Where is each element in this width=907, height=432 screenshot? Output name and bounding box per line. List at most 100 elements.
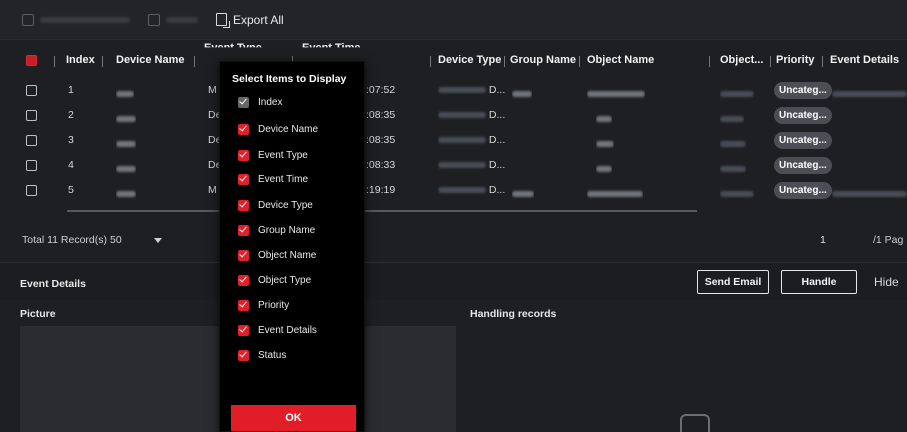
row-device-type: D... bbox=[438, 184, 505, 196]
table-row[interactable]: 5 M :19:19 D... Uncateg... bbox=[14, 178, 907, 203]
checkbox-icon[interactable] bbox=[238, 224, 249, 236]
storage-icon bbox=[680, 414, 710, 432]
acknowledge-label-blurred bbox=[40, 16, 130, 23]
row-device-name-blurred bbox=[116, 138, 136, 150]
toolbar: Export All bbox=[0, 0, 907, 40]
header-event-time[interactable]: Event Time bbox=[302, 42, 361, 47]
header-group-name[interactable]: Group Name bbox=[510, 54, 576, 66]
select-items-popup: Select Items to Display Index Device Nam… bbox=[219, 61, 365, 432]
chevron-down-icon[interactable] bbox=[154, 238, 162, 243]
row-event-details-blurred bbox=[832, 188, 907, 200]
pagination: Total 11 Record(s) 50 1 /1 Pag bbox=[0, 226, 907, 254]
checkbox-icon[interactable] bbox=[238, 199, 249, 211]
header-device-name[interactable]: Device Name bbox=[116, 54, 185, 66]
row-event-time: :07:52 bbox=[366, 84, 396, 96]
header-object-type[interactable]: Object... bbox=[720, 54, 763, 66]
row-object-type-blurred bbox=[720, 113, 744, 125]
row-checkbox[interactable] bbox=[26, 185, 37, 196]
popup-title: Select Items to Display bbox=[232, 73, 347, 85]
horizontal-scrollbar[interactable] bbox=[67, 210, 697, 212]
header-object-name[interactable]: Object Name bbox=[587, 54, 654, 66]
table-row[interactable]: 1 M :07:52 D... Uncateg... bbox=[14, 78, 907, 103]
header-index[interactable]: Index bbox=[66, 54, 95, 66]
checkbox-icon bbox=[238, 96, 249, 108]
header-priority[interactable]: Priority bbox=[776, 54, 815, 66]
row-group-name-blurred bbox=[512, 188, 534, 200]
priority-badge: Uncateg... bbox=[774, 157, 832, 174]
checkbox-icon[interactable] bbox=[238, 173, 249, 185]
header-event-details[interactable]: Event Details bbox=[830, 54, 899, 66]
export-icon bbox=[148, 13, 160, 26]
checkbox-icon[interactable] bbox=[238, 324, 249, 336]
picture-label: Picture bbox=[20, 308, 56, 320]
row-device-type: D... bbox=[438, 134, 505, 146]
export-label-blurred bbox=[166, 16, 198, 23]
table-row[interactable]: 3 De :08:35 D... Uncateg... bbox=[14, 128, 907, 153]
row-index: 2 bbox=[68, 109, 74, 121]
row-group-name-blurred bbox=[512, 88, 532, 100]
option-priority[interactable]: Priority bbox=[238, 298, 289, 312]
export-all-label: Export All bbox=[233, 12, 284, 27]
row-event-time: :08:35 bbox=[366, 134, 396, 146]
priority-badge: Uncateg... bbox=[774, 107, 832, 124]
handling-records-label: Handling records bbox=[470, 308, 557, 320]
row-object-type-blurred bbox=[720, 163, 746, 175]
table-header: Index Device Name Device Type Group Name… bbox=[14, 42, 907, 78]
row-object-type-blurred bbox=[720, 188, 754, 200]
priority-badge: Uncateg... bbox=[774, 132, 832, 149]
checkbox-icon[interactable] bbox=[238, 274, 249, 286]
row-checkbox[interactable] bbox=[26, 110, 37, 121]
handle-button[interactable]: Handle bbox=[781, 270, 857, 294]
checkbox-icon[interactable] bbox=[238, 249, 249, 261]
row-index: 5 bbox=[68, 184, 74, 196]
row-event-time: :08:33 bbox=[366, 159, 396, 171]
select-all-checkbox[interactable] bbox=[26, 55, 37, 66]
row-device-name-blurred bbox=[116, 188, 136, 200]
checkbox-icon[interactable] bbox=[238, 149, 249, 161]
per-page-select[interactable]: 50 bbox=[110, 234, 122, 246]
table-row[interactable]: 4 De :08:33 D... Uncateg... bbox=[14, 153, 907, 178]
option-device-type[interactable]: Device Type bbox=[238, 198, 313, 212]
header-device-type[interactable]: Device Type bbox=[438, 54, 501, 66]
option-object-type[interactable]: Object Type bbox=[238, 273, 311, 287]
checkbox-icon[interactable] bbox=[238, 299, 249, 311]
row-object-name-blurred bbox=[596, 138, 614, 150]
event-table: Index Device Name Device Type Group Name… bbox=[14, 42, 907, 203]
option-status[interactable]: Status bbox=[238, 348, 286, 362]
option-event-details[interactable]: Event Details bbox=[238, 323, 317, 337]
send-email-button[interactable]: Send Email bbox=[697, 270, 769, 294]
row-checkbox[interactable] bbox=[26, 160, 37, 171]
option-device-name[interactable]: Device Name bbox=[238, 122, 318, 136]
row-event-type: M bbox=[208, 84, 217, 96]
acknowledge-globally-button[interactable] bbox=[22, 13, 130, 26]
event-details-bar: Event Details Send Email Handle Hide bbox=[0, 262, 907, 300]
option-object-name[interactable]: Object Name bbox=[238, 248, 316, 262]
row-checkbox[interactable] bbox=[26, 135, 37, 146]
option-group-name[interactable]: Group Name bbox=[238, 223, 315, 237]
row-device-name-blurred bbox=[116, 113, 136, 125]
row-event-time: :08:35 bbox=[366, 109, 396, 121]
row-device-name-blurred bbox=[116, 163, 136, 175]
hide-link[interactable]: Hide bbox=[874, 275, 899, 289]
row-index: 3 bbox=[68, 134, 74, 146]
acknowledge-icon bbox=[22, 13, 34, 26]
option-event-time[interactable]: Event Time bbox=[238, 172, 308, 186]
ok-button[interactable]: OK bbox=[231, 405, 356, 431]
header-event-type[interactable]: Event Type bbox=[204, 42, 262, 47]
row-index: 1 bbox=[68, 84, 74, 96]
option-index: Index bbox=[238, 95, 282, 109]
checkbox-icon[interactable] bbox=[238, 349, 249, 361]
table-row[interactable]: 2 De :08:35 D... Uncateg... bbox=[14, 103, 907, 128]
priority-badge: Uncateg... bbox=[774, 182, 832, 199]
current-page-input[interactable]: 1 bbox=[820, 234, 826, 246]
row-device-type: D... bbox=[438, 109, 505, 121]
option-event-type[interactable]: Event Type bbox=[238, 148, 308, 162]
row-object-type-blurred bbox=[720, 88, 754, 100]
row-event-type: M bbox=[208, 184, 217, 196]
export-button[interactable] bbox=[148, 13, 198, 26]
row-object-name-blurred bbox=[587, 88, 645, 100]
checkbox-icon[interactable] bbox=[238, 123, 249, 135]
export-all-icon bbox=[216, 13, 230, 28]
row-checkbox[interactable] bbox=[26, 85, 37, 96]
export-all-button[interactable]: Export All bbox=[216, 12, 284, 28]
